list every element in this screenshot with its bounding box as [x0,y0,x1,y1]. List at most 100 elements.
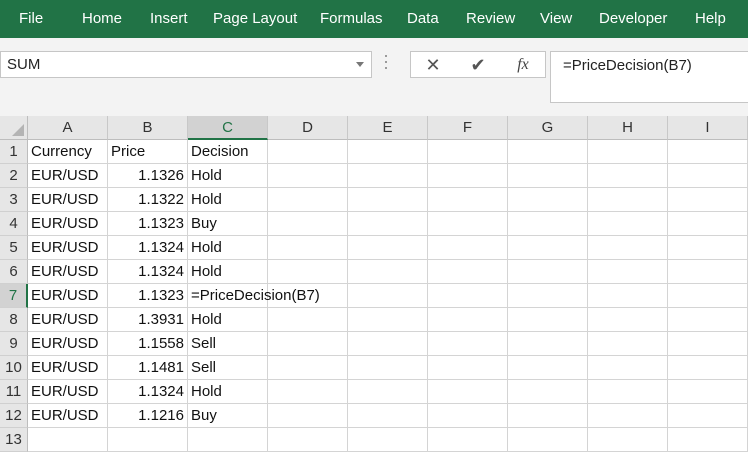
cell-c10[interactable]: Sell [188,356,268,380]
cell-g3[interactable] [508,188,588,212]
cell-b12[interactable]: 1.1216 [108,404,188,428]
cell-b3[interactable]: 1.1322 [108,188,188,212]
cell-f6[interactable] [428,260,508,284]
insert-function-icon[interactable]: fx [506,53,540,77]
cell-g9[interactable] [508,332,588,356]
cell-f9[interactable] [428,332,508,356]
column-header-a[interactable]: A [28,116,108,140]
cell-b5[interactable]: 1.1324 [108,236,188,260]
cell-c13[interactable] [188,428,268,452]
cell-i9[interactable] [668,332,748,356]
column-header-i[interactable]: I [668,116,748,140]
cell-e3[interactable] [348,188,428,212]
cell-f2[interactable] [428,164,508,188]
cell-d8[interactable] [268,308,348,332]
cell-e10[interactable] [348,356,428,380]
cell-i3[interactable] [668,188,748,212]
row-header-6[interactable]: 6 [0,260,28,284]
cell-a3[interactable]: EUR/USD [28,188,108,212]
cell-d4[interactable] [268,212,348,236]
cell-h7[interactable] [588,284,668,308]
cell-c6[interactable]: Hold [188,260,268,284]
cell-c9[interactable]: Sell [188,332,268,356]
tab-view[interactable]: View [540,0,572,38]
cell-h2[interactable] [588,164,668,188]
enter-check-icon[interactable]: ✔ [461,53,495,77]
row-header-12[interactable]: 12 [0,404,28,428]
cell-d3[interactable] [268,188,348,212]
cell-e1[interactable] [348,140,428,164]
cell-a5[interactable]: EUR/USD [28,236,108,260]
cell-c3[interactable]: Hold [188,188,268,212]
cell-i6[interactable] [668,260,748,284]
cell-d13[interactable] [268,428,348,452]
tab-help[interactable]: Help [695,0,726,38]
cell-g10[interactable] [508,356,588,380]
cell-d10[interactable] [268,356,348,380]
column-header-d[interactable]: D [268,116,348,140]
cell-d9[interactable] [268,332,348,356]
cell-a8[interactable]: EUR/USD [28,308,108,332]
cell-f7[interactable] [428,284,508,308]
cell-h8[interactable] [588,308,668,332]
tab-formulas[interactable]: Formulas [320,0,383,38]
cell-b2[interactable]: 1.1326 [108,164,188,188]
drag-handle-icon[interactable] [384,55,388,75]
cell-c2[interactable]: Hold [188,164,268,188]
cell-h3[interactable] [588,188,668,212]
cell-d2[interactable] [268,164,348,188]
cell-b13[interactable] [108,428,188,452]
cell-h5[interactable] [588,236,668,260]
cell-g6[interactable] [508,260,588,284]
cell-f1[interactable] [428,140,508,164]
cell-g1[interactable] [508,140,588,164]
cell-d5[interactable] [268,236,348,260]
column-header-e[interactable]: E [348,116,428,140]
name-box-dropdown-icon[interactable] [356,62,364,67]
cell-f3[interactable] [428,188,508,212]
row-header-11[interactable]: 11 [0,380,28,404]
cell-h6[interactable] [588,260,668,284]
cell-g7[interactable] [508,284,588,308]
cell-g11[interactable] [508,380,588,404]
cell-f11[interactable] [428,380,508,404]
cell-i4[interactable] [668,212,748,236]
row-header-2[interactable]: 2 [0,164,28,188]
cell-c4[interactable]: Buy [188,212,268,236]
cell-b7[interactable]: 1.1323 [108,284,188,308]
row-header-7[interactable]: 7 [0,284,28,308]
cell-a10[interactable]: EUR/USD [28,356,108,380]
cell-b9[interactable]: 1.1558 [108,332,188,356]
cell-e5[interactable] [348,236,428,260]
cell-d1[interactable] [268,140,348,164]
cell-e13[interactable] [348,428,428,452]
tab-developer[interactable]: Developer [599,0,667,38]
tab-insert[interactable]: Insert [150,0,188,38]
select-all-corner[interactable] [0,116,28,140]
cell-a2[interactable]: EUR/USD [28,164,108,188]
cell-g4[interactable] [508,212,588,236]
cell-f12[interactable] [428,404,508,428]
cell-i13[interactable] [668,428,748,452]
cell-i5[interactable] [668,236,748,260]
cell-i12[interactable] [668,404,748,428]
cell-d12[interactable] [268,404,348,428]
cell-g12[interactable] [508,404,588,428]
cell-a11[interactable]: EUR/USD [28,380,108,404]
cell-c8[interactable]: Hold [188,308,268,332]
column-header-h[interactable]: H [588,116,668,140]
name-box[interactable]: SUM [0,51,372,78]
cell-b1[interactable]: Price [108,140,188,164]
cell-f4[interactable] [428,212,508,236]
cell-i11[interactable] [668,380,748,404]
cell-b10[interactable]: 1.1481 [108,356,188,380]
cell-f13[interactable] [428,428,508,452]
cell-e2[interactable] [348,164,428,188]
row-header-13[interactable]: 13 [0,428,28,452]
cell-b8[interactable]: 1.3931 [108,308,188,332]
row-header-10[interactable]: 10 [0,356,28,380]
column-header-c[interactable]: C [188,116,268,140]
cancel-icon[interactable]: ✕ [416,53,450,77]
cell-a6[interactable]: EUR/USD [28,260,108,284]
cell-h1[interactable] [588,140,668,164]
